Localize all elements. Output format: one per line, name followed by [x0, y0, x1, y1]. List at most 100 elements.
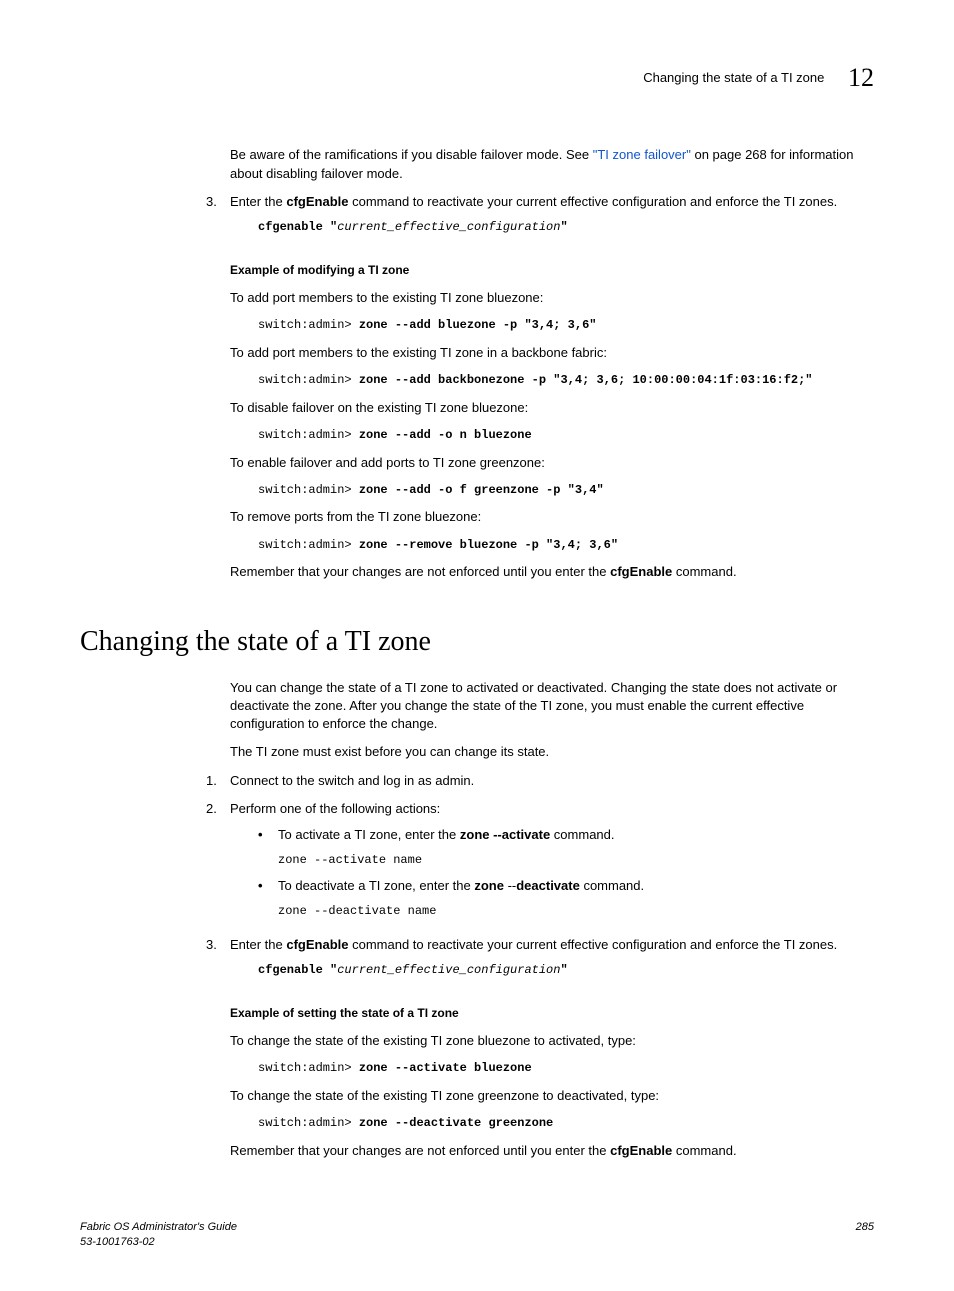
doc-title: Fabric OS Administrator's Guide: [80, 1220, 237, 1235]
command-text: cfgenable ": [258, 220, 337, 234]
page-content: Be aware of the ramifications if you dis…: [230, 146, 874, 1159]
command-text: cfgenable ": [258, 963, 337, 977]
command-text: zone --deactivate: [278, 904, 408, 918]
text: Perform one of the following actions:: [230, 801, 440, 816]
paragraph: Remember that your changes are not enfor…: [230, 1142, 874, 1160]
page-header: Changing the state of a TI zone 12: [80, 60, 874, 96]
command-block: switch:admin> zone --deactivate greenzon…: [258, 1115, 874, 1132]
step-2: 2. Perform one of the following actions:…: [206, 800, 874, 926]
command-text: zone --activate: [278, 853, 393, 867]
command-text: zone --remove bluezone -p "3,4; 3,6": [359, 538, 618, 552]
step-1: 1. Connect to the switch and log in as a…: [206, 772, 874, 790]
command-arg: current_effective_configuration: [337, 220, 560, 234]
command-arg: current_effective_configuration: [337, 963, 560, 977]
bullet-activate: • To activate a TI zone, enter the zone …: [258, 826, 874, 844]
step-number: 1.: [206, 772, 230, 790]
text: command.: [550, 827, 614, 842]
command-block: zone --activate name: [278, 852, 874, 869]
header-title: Changing the state of a TI zone: [643, 70, 824, 85]
example-heading: Example of setting the state of a TI zon…: [230, 1005, 874, 1022]
step-body: Connect to the switch and log in as admi…: [230, 772, 874, 790]
step-3: 3. Enter the cfgEnable command to reacti…: [206, 193, 874, 244]
text: command to reactivate your current effec…: [349, 937, 838, 952]
text: Enter the: [230, 194, 286, 209]
text: Be aware of the ramifications if you dis…: [230, 147, 593, 162]
step-number: 3.: [206, 193, 230, 244]
command-arg: name: [408, 904, 437, 918]
command-block: switch:admin> zone --add backbonezone -p…: [258, 372, 874, 389]
step-body: Enter the cfgEnable command to reactivat…: [230, 193, 874, 244]
command-text: zone --add -o n bluezone: [359, 428, 532, 442]
command-block: switch:admin> zone --add -o n bluezone: [258, 427, 874, 444]
bullet-icon: •: [258, 826, 278, 844]
command-block: switch:admin> zone --add -o f greenzone …: [258, 482, 874, 499]
command-name: deactivate: [516, 878, 580, 893]
command-text: zone --add -o f greenzone -p "3,4": [359, 483, 604, 497]
command-text: ": [560, 220, 567, 234]
page-footer: Fabric OS Administrator's Guide 53-10017…: [80, 1220, 874, 1251]
bullet-body: To activate a TI zone, enter the zone --…: [278, 826, 874, 844]
paragraph: The TI zone must exist before you can ch…: [230, 743, 874, 761]
doc-number: 53-1001763-02: [80, 1235, 237, 1250]
footer-left: Fabric OS Administrator's Guide 53-10017…: [80, 1220, 237, 1251]
step-3: 3. Enter the cfgEnable command to reacti…: [206, 936, 874, 987]
command-name: zone: [474, 878, 507, 893]
text: Remember that your changes are not enfor…: [230, 1143, 610, 1158]
text: command.: [580, 878, 644, 893]
ti-zone-failover-link[interactable]: "TI zone failover": [593, 147, 691, 162]
text: command.: [672, 564, 736, 579]
text: To activate a TI zone, enter the: [278, 827, 460, 842]
command-name: cfgEnable: [610, 564, 672, 579]
text: command.: [672, 1143, 736, 1158]
command-text: zone --activate bluezone: [359, 1061, 532, 1075]
command-block: cfgenable "current_effective_configurati…: [258, 962, 874, 979]
command-block: switch:admin> zone --activate bluezone: [258, 1060, 874, 1077]
paragraph: To add port members to the existing TI z…: [230, 344, 874, 362]
chapter-number: 12: [848, 63, 874, 92]
command-arg: name: [393, 853, 422, 867]
paragraph: Remember that your changes are not enfor…: [230, 563, 874, 581]
paragraph: To enable failover and add ports to TI z…: [230, 454, 874, 472]
prompt: switch:admin>: [258, 1116, 359, 1130]
text: --: [508, 878, 517, 893]
prompt: switch:admin>: [258, 1061, 359, 1075]
paragraph: To change the state of the existing TI z…: [230, 1087, 874, 1105]
command-text: ": [560, 963, 567, 977]
section-heading: Changing the state of a TI zone: [80, 622, 874, 661]
bullet-body: To deactivate a TI zone, enter the zone …: [278, 877, 874, 895]
prompt: switch:admin>: [258, 318, 359, 332]
paragraph: To remove ports from the TI zone bluezon…: [230, 508, 874, 526]
page-number: 285: [856, 1220, 874, 1251]
command-name: zone --activate: [460, 827, 550, 842]
command-block: switch:admin> zone --remove bluezone -p …: [258, 537, 874, 554]
text: command to reactivate your current effec…: [349, 194, 838, 209]
step-number: 3.: [206, 936, 230, 987]
step-body: Enter the cfgEnable command to reactivat…: [230, 936, 874, 987]
command-name: cfgEnable: [286, 937, 348, 952]
command-block: switch:admin> zone --add bluezone -p "3,…: [258, 317, 874, 334]
paragraph: You can change the state of a TI zone to…: [230, 679, 874, 734]
command-name: cfgEnable: [610, 1143, 672, 1158]
example-heading: Example of modifying a TI zone: [230, 262, 874, 279]
prompt: switch:admin>: [258, 538, 359, 552]
step-body: Perform one of the following actions: • …: [230, 800, 874, 926]
command-name: cfgEnable: [286, 194, 348, 209]
command-text: zone --deactivate greenzone: [359, 1116, 553, 1130]
prompt: switch:admin>: [258, 428, 359, 442]
prompt: switch:admin>: [258, 483, 359, 497]
bullet-deactivate: • To deactivate a TI zone, enter the zon…: [258, 877, 874, 895]
bullet-icon: •: [258, 877, 278, 895]
text: To deactivate a TI zone, enter the: [278, 878, 474, 893]
prompt: switch:admin>: [258, 373, 359, 387]
step-number: 2.: [206, 800, 230, 926]
paragraph: Be aware of the ramifications if you dis…: [230, 146, 874, 182]
command-block: zone --deactivate name: [278, 903, 874, 920]
command-text: zone --add backbonezone -p "3,4; 3,6; 10…: [359, 373, 813, 387]
paragraph: To change the state of the existing TI z…: [230, 1032, 874, 1050]
command-block: cfgenable "current_effective_configurati…: [258, 219, 874, 236]
text: Enter the: [230, 937, 286, 952]
text: Remember that your changes are not enfor…: [230, 564, 610, 579]
command-text: zone --add bluezone -p "3,4; 3,6": [359, 318, 597, 332]
paragraph: To disable failover on the existing TI z…: [230, 399, 874, 417]
paragraph: To add port members to the existing TI z…: [230, 289, 874, 307]
